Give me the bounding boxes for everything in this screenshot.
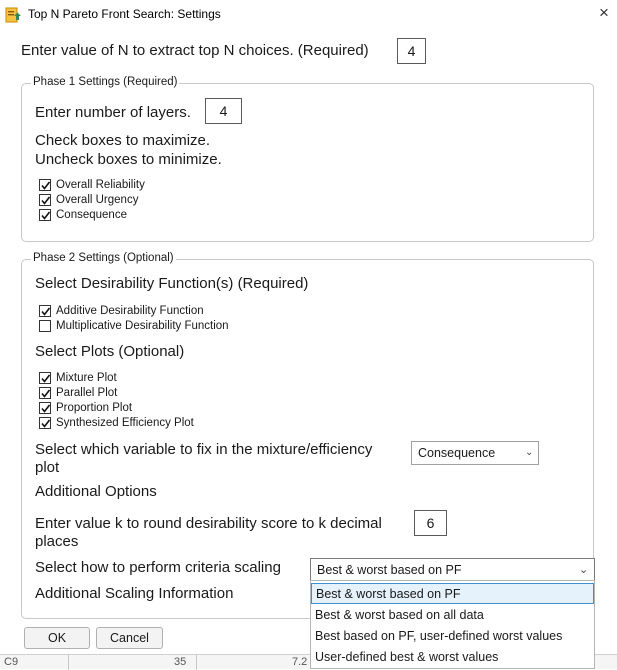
check-icon: [39, 417, 51, 429]
fix-variable-value: Consequence: [418, 446, 496, 460]
check-icon: [39, 209, 51, 221]
fix-variable-label-line2: plot: [35, 459, 60, 476]
scaling-option-pf[interactable]: Best & worst based on PF: [311, 583, 594, 604]
scaling-select[interactable]: Best & worst based on PF ⌄: [310, 558, 595, 581]
round-input[interactable]: 6: [414, 510, 447, 536]
background-cell: C9: [4, 656, 19, 668]
check-icon: [39, 179, 51, 191]
divider: [196, 655, 197, 670]
instruction-line2: Uncheck boxes to minimize.: [35, 151, 222, 168]
round-label-line1: Enter value k to round desirability scor…: [35, 515, 382, 532]
scaling-option-all-data[interactable]: Best & worst based on all data: [311, 605, 594, 626]
scaling-option-user-best-worst[interactable]: User-defined best & worst values: [311, 647, 594, 668]
check-icon: [39, 305, 51, 317]
desirability-heading: Select Desirability Function(s) (Require…: [35, 275, 309, 292]
instruction-line1: Check boxes to maximize.: [35, 132, 211, 149]
layers-input[interactable]: 4: [205, 98, 242, 124]
phase1-legend: Phase 1 Settings (Required): [31, 76, 180, 88]
phase2-legend: Phase 2 Settings (Optional): [31, 252, 176, 264]
divider: [68, 655, 69, 670]
scaling-option-user-worst[interactable]: Best based on PF, user-defined worst val…: [311, 626, 594, 647]
fix-variable-select[interactable]: Consequence ⌄: [411, 441, 539, 465]
scaling-dropdown-list: Best & worst based on PF Best & worst ba…: [310, 580, 595, 669]
check-icon: [39, 402, 51, 414]
checkbox-empty: [39, 320, 51, 332]
scaling-label: Select how to perform criteria scaling: [35, 559, 281, 576]
additional-options-heading: Additional Options: [35, 483, 157, 500]
check-icon: [39, 372, 51, 384]
close-icon[interactable]: ×: [595, 3, 613, 23]
additional-scaling-label: Additional Scaling Information: [35, 585, 234, 602]
fix-variable-label-line1: Select which variable to fix in the mixt…: [35, 441, 373, 458]
cancel-button[interactable]: Cancel: [96, 627, 163, 649]
app-icon: [5, 7, 21, 23]
top-n-label: Enter value of N to extract top N choice…: [21, 42, 369, 59]
title-bar: Top N Pareto Front Search: Settings ×: [0, 0, 617, 30]
check-icon: [39, 194, 51, 206]
chevron-down-icon: ⌄: [579, 564, 589, 576]
plots-heading: Select Plots (Optional): [35, 343, 185, 360]
check-icon: [39, 387, 51, 399]
round-label-line2: places: [35, 533, 79, 550]
ok-button[interactable]: OK: [24, 627, 90, 649]
chevron-down-icon: ⌄: [525, 447, 534, 458]
background-cell: 35: [174, 656, 187, 668]
window-title: Top N Pareto Front Search: Settings: [28, 7, 221, 21]
layers-label: Enter number of layers.: [35, 104, 191, 121]
top-n-input[interactable]: 4: [397, 38, 426, 64]
scaling-value: Best & worst based on PF: [317, 563, 462, 577]
background-cell: 7.2: [292, 656, 308, 668]
